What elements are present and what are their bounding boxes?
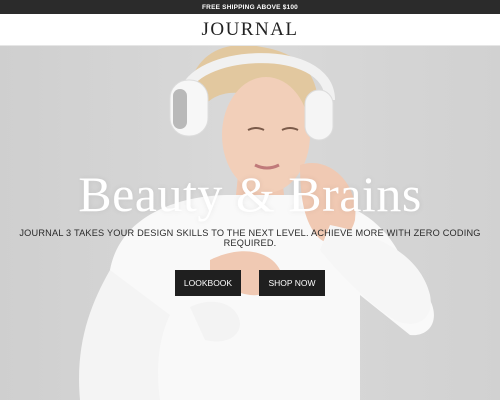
announcement-bar: FREE SHIPPING ABOVE $100	[0, 0, 500, 14]
site-header: JOURNAL	[0, 14, 500, 46]
shop-now-button[interactable]: SHOP NOW	[259, 270, 325, 296]
hero-banner: Beauty & Brains JOURNAL 3 TAKES YOUR DES…	[0, 45, 500, 400]
lookbook-button[interactable]: LOOKBOOK	[175, 270, 241, 296]
announcement-text: FREE SHIPPING ABOVE $100	[202, 3, 298, 11]
site-logo[interactable]: JOURNAL	[201, 19, 298, 41]
hero-subtitle: JOURNAL 3 TAKES YOUR DESIGN SKILLS TO TH…	[19, 228, 481, 248]
page: FREE SHIPPING ABOVE $100 JOURNAL Beauty …	[0, 0, 500, 400]
hero-title: Beauty & Brains	[78, 166, 422, 222]
right-ear-cup	[304, 89, 334, 141]
